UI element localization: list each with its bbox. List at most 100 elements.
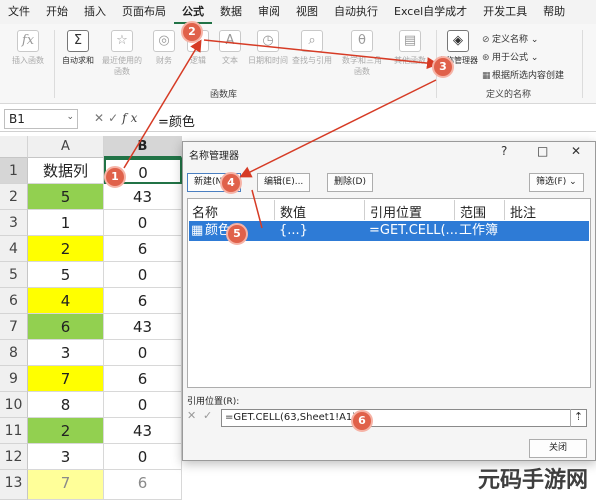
names-list[interactable]: 名称 数值 引用位置 范围 批注 ▦ 颜色 {...} =GET.CELL(..… xyxy=(187,198,591,388)
row-scope: 工作簿 xyxy=(459,223,499,238)
cell-a8[interactable]: 3 xyxy=(28,340,104,366)
tab-page-layout[interactable]: 页面布局 xyxy=(114,0,174,24)
close-icon[interactable]: ✕ xyxy=(571,144,581,158)
cell-a3[interactable]: 1 xyxy=(28,210,104,236)
column-header-b[interactable]: B xyxy=(104,136,182,158)
row-header[interactable]: 3 xyxy=(0,210,28,236)
watermark: 元码手游网 xyxy=(478,468,589,493)
row-header[interactable]: 8 xyxy=(0,340,28,366)
column-divider xyxy=(364,200,365,220)
collapse-dialog-icon[interactable]: ⇡ xyxy=(570,409,586,427)
cell-a13[interactable]: 7 xyxy=(28,470,104,500)
cell-b6[interactable]: 6 xyxy=(104,288,182,314)
cancel-icon[interactable]: ✕ xyxy=(94,111,108,125)
cell-a7[interactable]: 6 xyxy=(28,314,104,340)
header-comment[interactable]: 批注 xyxy=(510,202,536,221)
confirm-icon[interactable]: ✓ xyxy=(108,111,122,125)
header-refers-to[interactable]: 引用位置 xyxy=(370,202,422,221)
cell-b12[interactable]: 0 xyxy=(104,444,182,470)
datetime-button[interactable]: ◷ 日期和时间 xyxy=(246,30,290,66)
cell-b4[interactable]: 6 xyxy=(104,236,182,262)
use-in-formula-button[interactable]: ⊛ 用于公式 ⌄ xyxy=(482,50,538,63)
tab-file[interactable]: 文件 xyxy=(0,0,38,24)
cell-a2[interactable]: 5 xyxy=(28,184,104,210)
header-value[interactable]: 数值 xyxy=(280,202,306,221)
tab-review[interactable]: 审阅 xyxy=(250,0,288,24)
column-header-a[interactable]: A xyxy=(28,136,104,158)
header-name[interactable]: 名称 xyxy=(192,202,218,221)
formula-bar-icons: ✕✓fx xyxy=(94,111,141,125)
define-name-button[interactable]: ⊘ 定义名称 ⌄ xyxy=(482,32,538,45)
tab-view[interactable]: 视图 xyxy=(288,0,326,24)
more-functions-button[interactable]: ▤ 其他函数 xyxy=(388,30,432,66)
row-header[interactable]: 6 xyxy=(0,288,28,314)
tab-excel-self-study[interactable]: Excel自学成才 xyxy=(386,0,475,24)
create-from-selection-button[interactable]: ▦根据所选内容创建 xyxy=(482,68,564,81)
step-badge: 4 xyxy=(220,172,242,194)
cell-b13[interactable]: 6 xyxy=(104,470,182,500)
cell-a10[interactable]: 8 xyxy=(28,392,104,418)
search-icon: ⌕ xyxy=(301,30,323,52)
refers-to-label: 引用位置(R): xyxy=(187,397,240,407)
row-header[interactable]: 13 xyxy=(0,470,28,500)
cell-b8[interactable]: 0 xyxy=(104,340,182,366)
step-badge: 3 xyxy=(432,56,454,78)
insert-function-button[interactable]: fx 插入函数 xyxy=(6,30,50,66)
recent-functions-button[interactable]: ☆ 最近使用的函数 xyxy=(100,30,144,77)
name-row-color[interactable]: ▦ 颜色 {...} =GET.CELL(... 工作簿 xyxy=(189,221,589,241)
tab-data[interactable]: 数据 xyxy=(212,0,250,24)
tab-automate[interactable]: 自动执行 xyxy=(326,0,386,24)
formula-input[interactable]: =颜色 xyxy=(158,111,195,130)
row-header[interactable]: 12 xyxy=(0,444,28,470)
cell-a4[interactable]: 2 xyxy=(28,236,104,262)
chevron-down-icon[interactable]: ⌄ xyxy=(66,112,74,122)
cell-b3[interactable]: 0 xyxy=(104,210,182,236)
row-header[interactable]: 1 xyxy=(0,158,28,184)
cell-b5[interactable]: 0 xyxy=(104,262,182,288)
row-header[interactable]: 4 xyxy=(0,236,28,262)
row-header[interactable]: 10 xyxy=(0,392,28,418)
cell-a5[interactable]: 5 xyxy=(28,262,104,288)
create-from-selection-label: 根据所选内容创建 xyxy=(492,71,565,81)
delete-name-button[interactable]: 删除(D) xyxy=(327,173,373,192)
insert-function-icon[interactable]: fx xyxy=(122,111,141,125)
lookup-reference-label: 查找与引用 xyxy=(292,56,332,65)
cell-a9[interactable]: 7 xyxy=(28,366,104,392)
help-icon[interactable]: ? xyxy=(501,144,507,158)
tab-help[interactable]: 帮助 xyxy=(535,0,573,24)
cell-b11[interactable]: 43 xyxy=(104,418,182,444)
cancel-icon[interactable]: ✕ xyxy=(187,409,196,422)
function-library-group-label: 函数库 xyxy=(210,90,238,100)
math-trig-button[interactable]: θ 数学和三角函数 xyxy=(340,30,384,77)
cell-b9[interactable]: 6 xyxy=(104,366,182,392)
row-header[interactable]: 11 xyxy=(0,418,28,444)
name-box[interactable]: B1 ⌄ xyxy=(4,109,78,129)
cell-a11[interactable]: 2 xyxy=(28,418,104,444)
refers-to-input[interactable]: =GET.CELL(63,Sheet1!A1) ⇡ xyxy=(221,409,587,427)
theta-icon: θ xyxy=(351,30,373,52)
row-header[interactable]: 5 xyxy=(0,262,28,288)
edit-name-button[interactable]: 编辑(E)... xyxy=(257,173,311,192)
row-header[interactable]: 7 xyxy=(0,314,28,340)
select-all-corner[interactable] xyxy=(0,136,28,158)
autosum-button[interactable]: Σ 自动求和 xyxy=(56,30,100,66)
row-header[interactable]: 9 xyxy=(0,366,28,392)
cell-b7[interactable]: 43 xyxy=(104,314,182,340)
filter-button[interactable]: 筛选(F) ⌄ xyxy=(529,173,584,192)
tab-developer[interactable]: 开发工具 xyxy=(475,0,535,24)
tab-home[interactable]: 开始 xyxy=(38,0,76,24)
column-divider xyxy=(504,200,505,220)
sigma-icon: Σ xyxy=(67,30,89,52)
cell-a12[interactable]: 3 xyxy=(28,444,104,470)
fx-icon: fx xyxy=(17,30,39,52)
tab-insert[interactable]: 插入 xyxy=(76,0,114,24)
lookup-reference-button[interactable]: ⌕ 查找与引用 xyxy=(290,30,334,66)
close-button[interactable]: 关闭 xyxy=(529,439,587,458)
cell-a6[interactable]: 4 xyxy=(28,288,104,314)
row-header[interactable]: 2 xyxy=(0,184,28,210)
maximize-icon[interactable]: □ xyxy=(537,144,548,158)
cell-b10[interactable]: 0 xyxy=(104,392,182,418)
cell-a1[interactable]: 数据列 xyxy=(28,158,104,184)
header-scope[interactable]: 范围 xyxy=(460,202,486,221)
confirm-icon[interactable]: ✓ xyxy=(203,409,212,422)
